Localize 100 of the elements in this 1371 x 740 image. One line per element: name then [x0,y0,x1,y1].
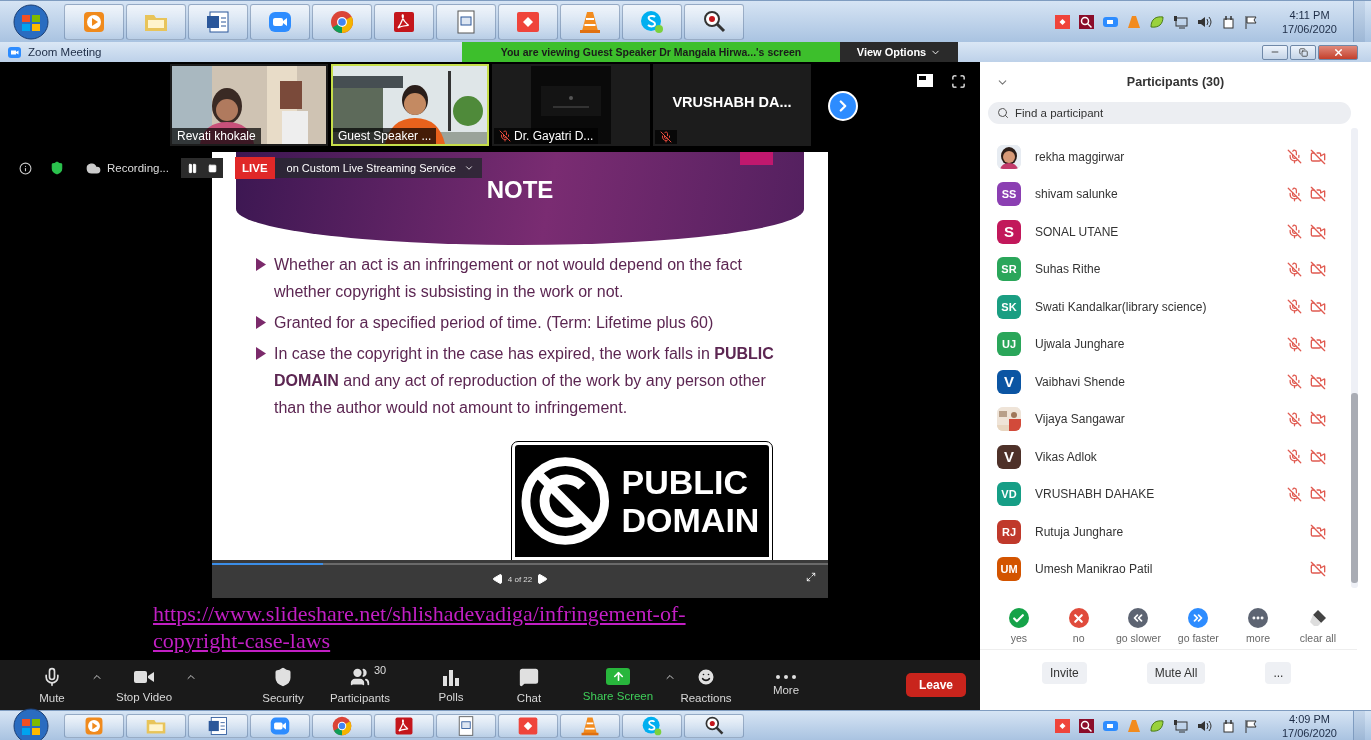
restore-button[interactable] [1290,44,1316,60]
flag-icon[interactable] [1243,718,1258,733]
muted-microphone-icon[interactable] [1287,299,1302,315]
feedback-button[interactable]: go faster [1168,608,1229,644]
participant-row[interactable]: rekha maggirwar [980,138,1371,176]
minimize-button[interactable] [1262,44,1288,60]
video-off-icon[interactable] [1309,448,1326,465]
toolbar-button[interactable]: Polls [413,662,489,708]
participant-row[interactable]: SS shivam salunke [980,175,1371,213]
muted-microphone-icon[interactable] [1287,261,1302,277]
network-icon[interactable] [1172,718,1188,733]
streaming-service-menu[interactable]: on Custom Live Streaming Service [274,158,482,178]
participant-row[interactable]: V Vikas Adlok [980,438,1371,476]
layout-icon[interactable] [917,74,933,87]
video-tile[interactable]: Revati khokale [170,64,328,146]
info-icon[interactable] [19,161,32,175]
video-tile[interactable]: Dr. Gayatri D... [492,64,650,146]
stop-icon[interactable] [208,163,217,173]
video-off-icon[interactable] [1309,186,1326,203]
panel-button[interactable]: ... [1265,662,1292,684]
show-desktop-button[interactable] [1353,1,1365,42]
video-off-icon[interactable] [1309,411,1326,428]
video-tile[interactable]: Guest Speaker ... [331,64,489,146]
participant-row[interactable]: Vijaya Sangawar [980,400,1371,438]
taskbar-button[interactable] [188,3,248,40]
clock[interactable]: 4:09 PM 17/06/2020 [1281,711,1337,740]
video-off-icon[interactable] [1309,223,1326,240]
video-off-icon[interactable] [1309,261,1326,278]
start-orb-icon[interactable] [11,707,51,740]
scrollbar-thumb[interactable] [1351,393,1358,583]
toolbar-button[interactable]: Chat [489,662,569,708]
muted-microphone-icon[interactable] [1287,336,1302,352]
panel-button[interactable]: Mute All [1146,662,1206,684]
participant-row[interactable]: SK Swati Kandalkar(library science) [980,288,1371,326]
network-icon[interactable] [1172,14,1188,29]
taskbar-button[interactable] [188,713,248,738]
previous-icon[interactable] [491,573,504,585]
view-options-button[interactable]: View Options [840,42,958,62]
participant-row[interactable]: V Vaibhavi Shende [980,363,1371,401]
toolbar-button[interactable]: Reactions [677,662,735,708]
feedback-button[interactable]: more [1228,608,1288,644]
muted-microphone-icon[interactable] [1287,411,1302,427]
slideshare-link[interactable]: https://www.slideshare.net/shlishadevadiga/infringement-of-copyright-case-laws [153,600,753,654]
video-camera-icon[interactable] [1102,718,1118,733]
participant-row[interactable]: RJ Rutuja Junghare [980,513,1371,551]
participant-row[interactable]: SR Suhas Rithe [980,250,1371,288]
taskbar-button[interactable] [684,713,744,738]
participant-row[interactable]: UJ Ujwala Junghare [980,325,1371,363]
shield-icon[interactable] [50,161,64,175]
toolbar-button[interactable]: Security [245,662,321,708]
toolbar-button[interactable]: Stop Video [104,662,198,708]
toolbar-button[interactable]: Mute [14,662,104,708]
show-desktop-button[interactable] [1353,711,1365,740]
expand-icon[interactable] [806,572,816,582]
power-plug-icon[interactable] [1220,14,1235,29]
search-field[interactable]: Find a participant [988,102,1351,124]
feedback-button[interactable]: no [1048,608,1109,644]
video-off-icon[interactable] [1309,336,1326,353]
panel-button[interactable]: Invite [1042,662,1087,684]
video-off-icon[interactable] [1309,523,1326,540]
toolbar-button[interactable]: More [746,662,826,708]
feedback-button[interactable]: go slower [1108,608,1169,644]
feedback-button[interactable]: clear all [1288,608,1348,644]
speaker-icon[interactable] [1196,14,1212,29]
video-off-icon[interactable] [1309,561,1326,578]
magnifier-icon[interactable] [1078,718,1094,733]
leave-button[interactable]: Leave [906,673,966,697]
power-plug-icon[interactable] [1220,718,1235,733]
muted-microphone-icon[interactable] [1287,449,1302,465]
taskbar-button[interactable] [374,3,434,40]
video-off-icon[interactable] [1309,373,1326,390]
taskbar-button[interactable] [684,3,744,40]
next-page-button[interactable] [828,91,858,121]
next-icon[interactable] [536,573,549,585]
video-off-icon[interactable] [1309,486,1326,503]
participant-row[interactable]: VD VRUSHABH DAHAKE [980,475,1371,513]
feedback-button[interactable]: yes [989,608,1049,644]
toolbar-button[interactable]: 30 Participants [321,662,413,708]
toolbar-button[interactable]: Share Screen [573,662,677,708]
taskbar-button[interactable] [374,713,434,738]
muted-microphone-icon[interactable] [1287,224,1302,240]
fullscreen-icon[interactable] [951,74,966,89]
magnifier-icon[interactable] [1078,14,1094,29]
clock[interactable]: 4:11 PM 17/06/2020 [1281,7,1337,36]
participant-row[interactable]: S SONAL UTANE [980,213,1371,251]
muted-microphone-icon[interactable] [1287,149,1302,165]
video-tile[interactable]: VRUSHABH DA... [653,64,811,146]
start-orb-icon[interactable] [11,3,51,40]
pause-icon[interactable] [187,162,198,174]
participant-row[interactable]: UM Umesh Manikrao Patil [980,550,1371,588]
leaf-icon[interactable] [1149,718,1164,733]
muted-microphone-icon[interactable] [1287,486,1302,502]
video-camera-icon[interactable] [1102,14,1118,29]
video-off-icon[interactable] [1309,298,1326,315]
muted-microphone-icon[interactable] [1287,374,1302,390]
muted-microphone-icon[interactable] [1287,186,1302,202]
leaf-icon[interactable] [1149,14,1164,29]
video-off-icon[interactable] [1309,148,1326,165]
close-button[interactable] [1318,44,1358,60]
speaker-icon[interactable] [1196,718,1212,733]
